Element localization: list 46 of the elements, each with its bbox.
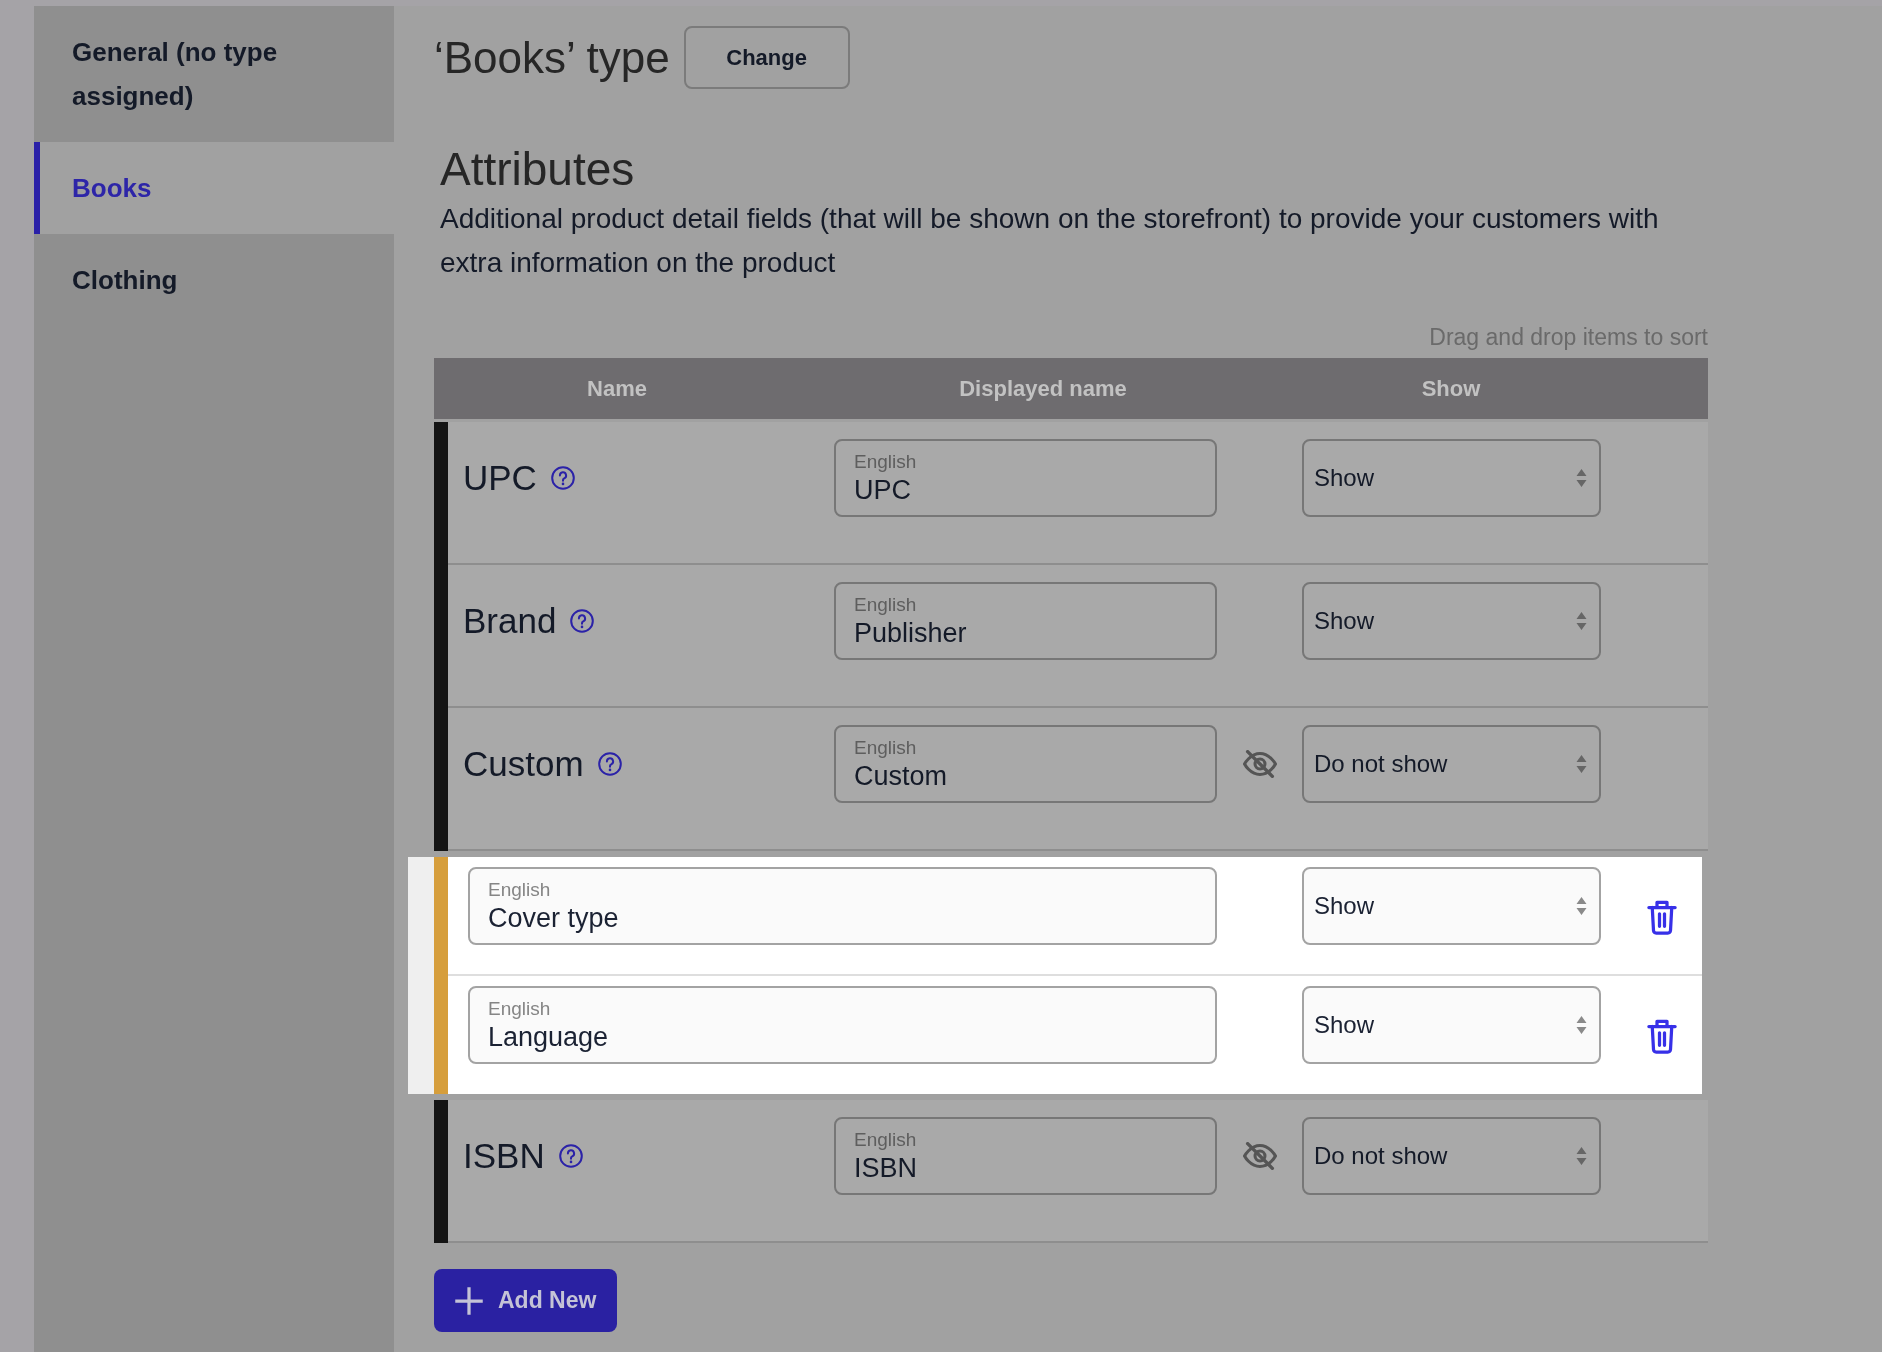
sidebar-item[interactable]: General (no type assigned) bbox=[34, 6, 394, 142]
sidebar-item[interactable]: Books bbox=[34, 142, 394, 234]
displayed-name-field[interactable]: English Cover type bbox=[468, 867, 1217, 945]
attribute-name: Custom bbox=[463, 742, 584, 785]
trash-icon[interactable] bbox=[1647, 1019, 1677, 1054]
help-icon[interactable] bbox=[550, 466, 575, 490]
plus-icon bbox=[454, 1285, 484, 1316]
displayed-name-field[interactable]: English ISBN bbox=[834, 1117, 1217, 1195]
field-label: English bbox=[854, 1129, 918, 1151]
displayed-name-field[interactable]: English Publisher bbox=[834, 582, 1217, 660]
displayed-name-field[interactable]: English Language bbox=[468, 986, 1217, 1064]
section-description: Additional product detail fields (that will be shown on the storefront) to provide your customers with extra information on the product bbox=[440, 202, 1660, 280]
visibility-select[interactable]: Do not show bbox=[1302, 1117, 1601, 1195]
section-heading: Attributes bbox=[439, 142, 636, 196]
page-title: ‘Books’ type bbox=[434, 31, 670, 84]
attribute-name: ISBN bbox=[463, 1134, 545, 1177]
change-button[interactable]: Change bbox=[683, 26, 850, 89]
attribute-name: Brand bbox=[463, 599, 557, 642]
updown-caret-icon bbox=[1576, 897, 1587, 915]
visibility-select[interactable]: Show bbox=[1302, 582, 1601, 660]
help-icon[interactable] bbox=[570, 609, 595, 633]
help-icon[interactable] bbox=[558, 1144, 583, 1168]
displayed-name-field[interactable]: English Custom bbox=[834, 725, 1217, 803]
visibility-select[interactable]: Show bbox=[1302, 439, 1601, 517]
visibility-select[interactable]: Do not show bbox=[1302, 725, 1601, 803]
updown-caret-icon bbox=[1576, 1147, 1587, 1165]
visibility-select[interactable]: Show bbox=[1302, 867, 1601, 945]
help-icon[interactable] bbox=[597, 752, 622, 776]
field-label: English bbox=[488, 998, 552, 1020]
field-label: English bbox=[854, 594, 918, 616]
attribute-name: UPC bbox=[463, 456, 537, 499]
add-new-button[interactable]: Add New bbox=[434, 1269, 617, 1332]
updown-caret-icon bbox=[1576, 612, 1587, 630]
displayed-name-field[interactable]: English UPC bbox=[834, 439, 1217, 517]
visibility-select[interactable]: Show bbox=[1302, 986, 1601, 1064]
field-label: English bbox=[488, 879, 552, 901]
field-label: English bbox=[854, 451, 918, 473]
trash-icon[interactable] bbox=[1647, 900, 1677, 935]
updown-caret-icon bbox=[1576, 755, 1587, 773]
column-header: Show bbox=[1420, 375, 1482, 403]
column-header: Displayed name bbox=[958, 375, 1128, 403]
updown-caret-icon bbox=[1576, 469, 1587, 487]
updown-caret-icon bbox=[1576, 1016, 1587, 1034]
column-header: Name bbox=[586, 375, 648, 403]
field-label: English bbox=[854, 737, 918, 759]
sidebar-item[interactable]: Clothing bbox=[34, 234, 394, 326]
